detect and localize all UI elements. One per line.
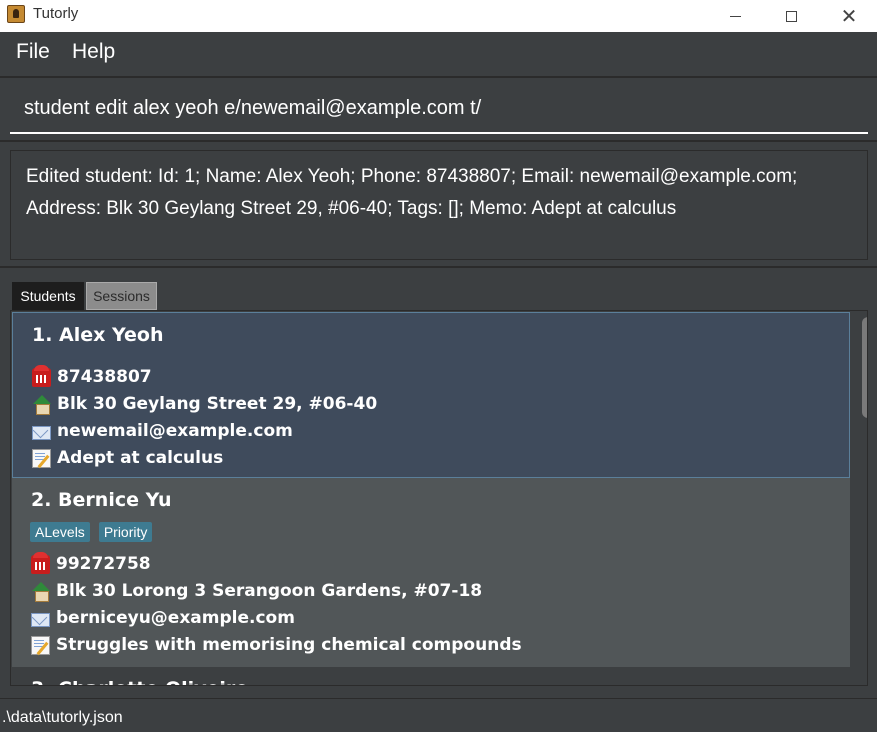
memo-field: Struggles with memorising chemical compo… [31, 633, 522, 657]
scrollbar[interactable] [860, 311, 867, 685]
tab-sessions[interactable]: Sessions [86, 282, 157, 310]
telephone-icon [32, 364, 51, 387]
address-text: Blk 30 Lorong 3 Serangoon Gardens, #07-1… [56, 581, 483, 601]
tag-list: ALevels Priority [30, 522, 153, 542]
phone-field: 99272758 [31, 551, 151, 576]
menu-bar: File Help [0, 32, 877, 76]
tab-students[interactable]: Students [12, 282, 84, 310]
maximize-button[interactable] [768, 0, 814, 32]
student-name: 2. Bernice Yu [31, 489, 172, 511]
telephone-icon [31, 551, 50, 574]
command-box[interactable]: student edit alex yeoh e/newemail@exampl… [10, 86, 868, 134]
memo-text: Struggles with memorising chemical compo… [56, 635, 522, 655]
student-name: 3. Charlotte Oliveiro [31, 678, 248, 685]
minimize-button[interactable] [712, 0, 758, 32]
address-text: Blk 30 Geylang Street 29, #06-40 [57, 394, 378, 414]
envelope-icon [31, 612, 50, 627]
maximize-icon [785, 10, 797, 22]
house-icon [31, 581, 50, 602]
student-list[interactable]: 1. Alex Yeoh 87438807 Blk 30 Geylang Str… [10, 310, 868, 686]
house-icon [32, 394, 51, 415]
email-field: berniceyu@example.com [31, 606, 295, 630]
status-bar: .\data\tutorly.json [0, 698, 877, 732]
tag-badge: Priority [98, 522, 153, 542]
tag-badge: ALevels [30, 522, 90, 542]
phone-field: 87438807 [32, 364, 152, 389]
memo-text: Adept at calculus [57, 448, 224, 468]
menu-file[interactable]: File [16, 40, 50, 64]
divider [0, 266, 877, 268]
app-logo-icon [7, 5, 25, 23]
command-input[interactable]: student edit alex yeoh e/newemail@exampl… [24, 97, 481, 120]
menu-help[interactable]: Help [72, 40, 115, 64]
student-name: 1. Alex Yeoh [32, 324, 164, 346]
window-title: Tutorly [33, 5, 79, 22]
result-display[interactable]: Edited student: Id: 1; Name: Alex Yeoh; … [10, 150, 868, 260]
close-button[interactable]: ✕ [826, 0, 872, 32]
memo-icon [32, 448, 51, 468]
divider [0, 140, 877, 142]
scrollbar-thumb[interactable] [862, 317, 867, 418]
result-text: Edited student: Id: 1; Name: Alex Yeoh; … [26, 166, 798, 219]
close-icon: ✕ [840, 4, 858, 28]
address-field: Blk 30 Lorong 3 Serangoon Gardens, #07-1… [31, 579, 482, 603]
title-bar: Tutorly ✕ [0, 0, 877, 32]
divider [0, 76, 877, 78]
phone-text: 99272758 [56, 554, 151, 574]
envelope-icon [32, 425, 51, 440]
student-card-selected[interactable]: 1. Alex Yeoh 87438807 Blk 30 Geylang Str… [12, 312, 850, 478]
save-file-path: .\data\tutorly.json [2, 709, 123, 726]
minimize-icon [729, 15, 741, 17]
email-text: newemail@example.com [57, 421, 293, 441]
email-field: newemail@example.com [32, 419, 293, 443]
student-card[interactable]: 2. Bernice Yu ALevels Priority 99272758 … [12, 478, 850, 667]
email-text: berniceyu@example.com [56, 608, 295, 628]
phone-text: 87438807 [57, 367, 152, 387]
memo-field: Adept at calculus [32, 446, 223, 470]
student-card[interactable]: 3. Charlotte Oliveiro [12, 667, 850, 685]
address-field: Blk 30 Geylang Street 29, #06-40 [32, 392, 377, 416]
memo-icon [31, 635, 50, 655]
